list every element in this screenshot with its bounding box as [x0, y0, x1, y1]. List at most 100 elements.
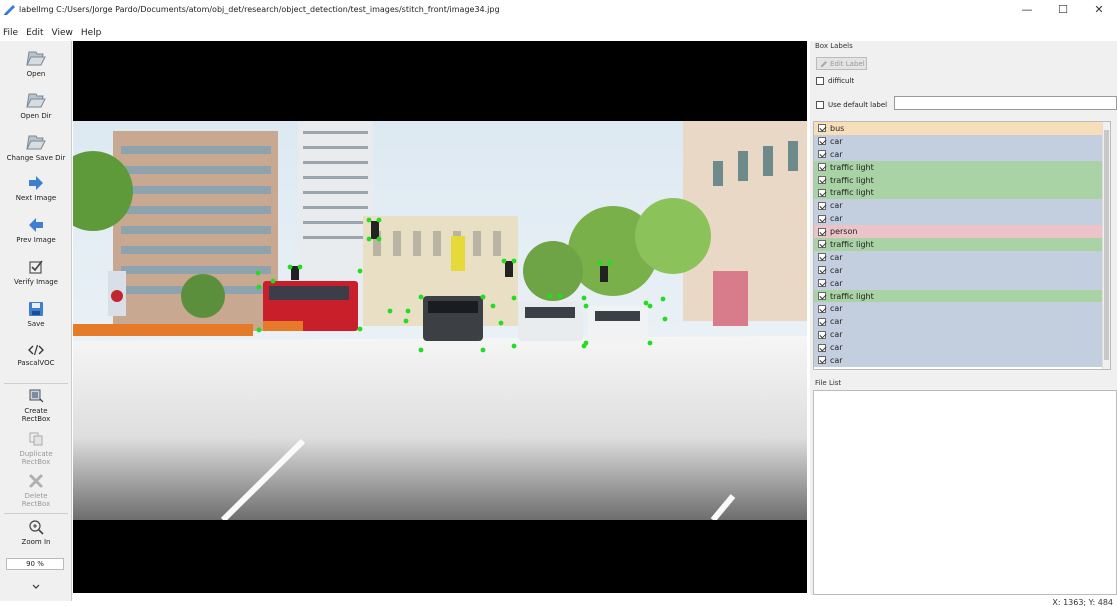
maximize-button[interactable]: ☐	[1045, 0, 1081, 18]
label-list-item[interactable]: car	[814, 212, 1110, 226]
label-list[interactable]: bus car car traffic light traffic light traff…	[813, 121, 1111, 370]
image-canvas[interactable]	[73, 41, 807, 593]
label-list-item[interactable]: car	[814, 276, 1110, 290]
label-list-item[interactable]: traffic light	[814, 160, 1110, 174]
difficult-label: difficult	[828, 77, 855, 85]
label-item-text: car	[830, 304, 843, 314]
label-list-item[interactable]: car	[814, 328, 1110, 342]
label-visibility-checkbox[interactable]	[818, 163, 826, 172]
open-dir-label: Open Dir	[20, 112, 52, 120]
right-sidebar: Box Labels Edit Label difficult Use defa…	[810, 41, 1117, 595]
label-item-text: car	[830, 265, 843, 275]
label-list-item[interactable]: traffic light	[814, 173, 1110, 187]
label-list-item[interactable]: car	[814, 315, 1110, 329]
pencil-icon	[821, 60, 827, 67]
scrollbar-thumb[interactable]	[1104, 130, 1109, 360]
format-toggle-button[interactable]: PascalVOC	[0, 344, 72, 367]
menu-bar: File Edit View Help	[0, 27, 106, 39]
verify-image-button[interactable]: Verify Image	[0, 259, 72, 286]
minimize-button[interactable]: —	[1009, 0, 1045, 18]
label-list-item[interactable]: car	[814, 263, 1110, 277]
label-visibility-checkbox[interactable]	[818, 253, 826, 262]
label-list-item[interactable]: bus	[814, 122, 1110, 135]
label-list-item[interactable]: car	[814, 199, 1110, 213]
street-photo[interactable]	[73, 121, 807, 520]
save-button[interactable]: Save	[0, 301, 72, 328]
open-label: Open	[26, 70, 46, 78]
toolbar-divider	[4, 383, 68, 384]
label-visibility-checkbox[interactable]	[818, 317, 826, 326]
label-visibility-checkbox[interactable]	[818, 343, 826, 352]
menu-view[interactable]: View	[49, 27, 76, 39]
arrow-right-icon	[29, 176, 43, 190]
labelimg-app-icon	[4, 5, 15, 15]
code-tag-icon	[28, 344, 44, 356]
label-visibility-checkbox[interactable]	[818, 150, 826, 159]
change-save-dir-button[interactable]: Change Save Dir	[0, 133, 72, 162]
label-visibility-checkbox[interactable]	[818, 279, 826, 288]
label-list-item[interactable]: car	[814, 341, 1110, 355]
label-visibility-checkbox[interactable]	[818, 266, 826, 275]
default-label-input[interactable]	[894, 96, 1117, 110]
difficult-check-box[interactable]	[816, 77, 824, 85]
menu-file[interactable]: File	[0, 27, 21, 39]
label-visibility-checkbox[interactable]	[818, 137, 826, 146]
label-item-text: car	[830, 214, 843, 224]
label-visibility-checkbox[interactable]	[818, 214, 826, 223]
folder-open-icon	[26, 93, 46, 108]
verify-image-label: Verify Image	[13, 278, 58, 286]
menu-help[interactable]: Help	[78, 27, 105, 39]
file-list[interactable]	[813, 390, 1117, 595]
label-visibility-checkbox[interactable]	[818, 176, 826, 184]
label-visibility-checkbox[interactable]	[818, 188, 826, 197]
duplicate-rectbox-button[interactable]: Duplicate RectBox	[0, 431, 72, 466]
toolbar-more-button[interactable]	[0, 584, 72, 590]
label-visibility-checkbox[interactable]	[818, 304, 826, 313]
next-image-label: Next Image	[15, 194, 57, 202]
label-list-item[interactable]: person	[814, 225, 1110, 239]
open-dir-button[interactable]: Open Dir	[0, 91, 72, 120]
use-default-label-checkbox[interactable]	[816, 100, 824, 109]
create-rectbox-button[interactable]: Create RectBox	[0, 388, 72, 423]
delete-rectbox-button[interactable]: Delete RectBox	[0, 473, 72, 508]
zoom-in-icon	[29, 520, 44, 535]
difficult-checkbox[interactable]: difficult	[816, 77, 854, 85]
toolbar-divider	[4, 513, 68, 514]
folder-open-icon	[26, 135, 46, 150]
label-list-item[interactable]: car	[814, 147, 1110, 161]
label-visibility-checkbox[interactable]	[818, 356, 826, 365]
edit-label-button[interactable]: Edit Label	[816, 57, 867, 70]
label-list-item[interactable]: car	[814, 302, 1110, 316]
zoom-in-button[interactable]: Zoom In	[0, 519, 72, 546]
zoom-in-label: Zoom In	[21, 538, 51, 546]
label-list-item[interactable]: car	[814, 354, 1110, 367]
create-rectbox-icon	[29, 389, 44, 403]
box-labels-title: Box Labels	[815, 42, 853, 50]
label-list-item[interactable]: traffic light	[814, 289, 1110, 303]
label-list-scrollbar[interactable]	[1102, 122, 1110, 369]
create-rectbox-label: Create RectBox	[21, 407, 51, 423]
label-item-text: car	[830, 252, 843, 262]
label-visibility-checkbox[interactable]	[818, 330, 826, 339]
label-visibility-checkbox[interactable]	[818, 201, 826, 210]
label-list-item[interactable]: car	[814, 134, 1110, 148]
menu-edit[interactable]: Edit	[23, 27, 46, 39]
label-list-item[interactable]: traffic light	[814, 186, 1110, 200]
label-list-item[interactable]: traffic light	[814, 238, 1110, 251]
label-visibility-checkbox[interactable]	[818, 240, 826, 249]
prev-image-button[interactable]: Prev Image	[0, 217, 72, 244]
label-visibility-checkbox[interactable]	[818, 292, 826, 301]
label-item-text: bus	[830, 123, 845, 133]
label-list-item[interactable]: car	[814, 250, 1110, 264]
use-default-label-text: Use default label	[828, 100, 888, 109]
zoom-value-spinbox[interactable]: 90 %	[6, 558, 64, 570]
next-image-button[interactable]: Next Image	[0, 175, 72, 202]
close-button[interactable]: ✕	[1081, 0, 1117, 18]
open-button[interactable]: Open	[0, 49, 72, 78]
window-title: labelImg C:/Users/Jorge Pardo/Documents/…	[19, 4, 500, 14]
prev-image-label: Prev Image	[16, 236, 56, 244]
label-visibility-checkbox[interactable]	[818, 124, 826, 133]
label-item-text: car	[830, 201, 843, 211]
label-item-text: car	[830, 149, 843, 159]
label-visibility-checkbox[interactable]	[818, 227, 826, 236]
